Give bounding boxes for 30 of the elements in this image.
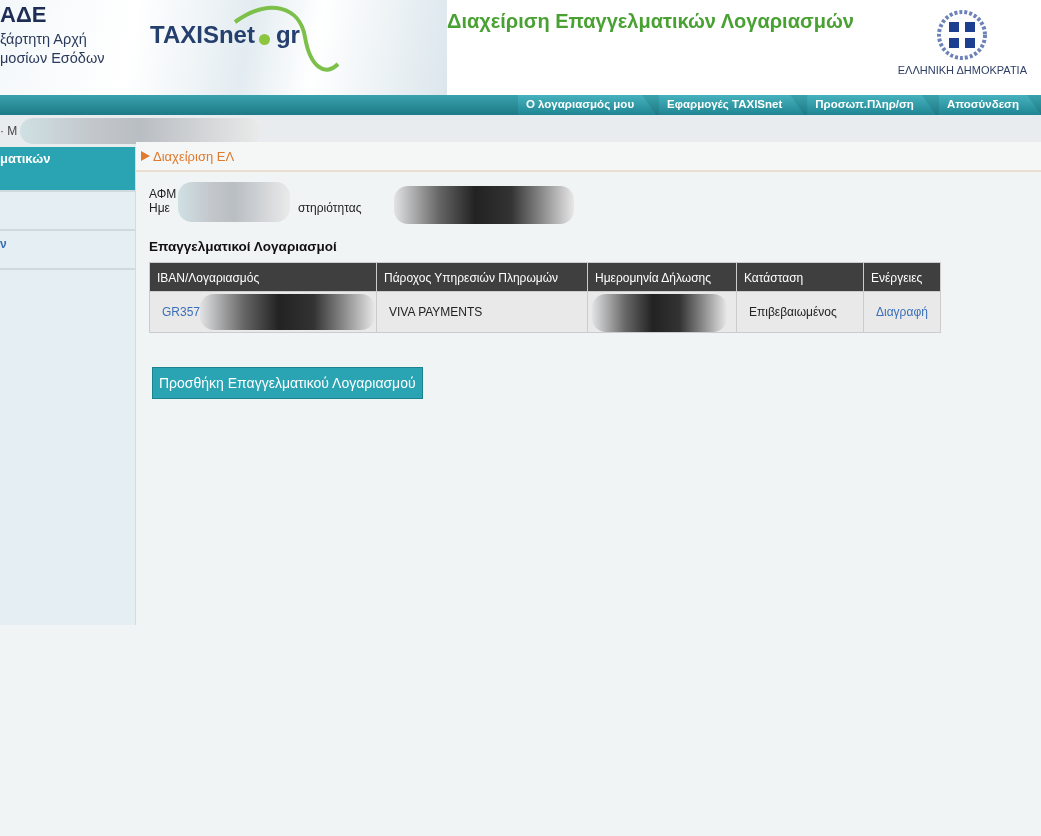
- column-header: IBAN/Λογαριασμός: [149, 262, 377, 292]
- nav-tab[interactable]: Ο λογαριασμός μου: [517, 95, 657, 115]
- agency-name: ξάρτητη Αρχή: [0, 30, 88, 49]
- breadcrumb-text: · M: [0, 124, 18, 138]
- nav-tab[interactable]: Αποσύνδεση: [938, 95, 1041, 115]
- info-label: στηριότητας: [297, 201, 362, 215]
- nav-tab[interactable]: Προσωπ.Πληρ/ση: [807, 95, 936, 115]
- logo-text: gr: [275, 21, 300, 49]
- section-title: Διαχείριση ΕΛ: [153, 148, 235, 164]
- agency-name: μοσίων Εσόδων: [0, 49, 106, 68]
- nav-tab[interactable]: Εφαρμογές TAXISnet: [659, 95, 805, 115]
- column-header: Ημερομηνία Δήλωσης: [587, 262, 737, 292]
- table-cell: Επιβεβαιωμένος: [736, 291, 864, 333]
- column-header: Πάροχος Υπηρεσιών Πληρωμών: [376, 262, 588, 292]
- emblem-icon: [937, 10, 988, 60]
- table-title: Επαγγελματικοί Λογαριασμοί: [149, 239, 338, 254]
- triangle-icon: [141, 151, 150, 161]
- info-label: Ημε: [149, 201, 170, 215]
- republic-text: ΕΛΛΗΝΙΚΗ ΔΗΜΟΚΡΑΤΙΑ: [897, 64, 1027, 76]
- iban-link[interactable]: GR357: [162, 305, 201, 319]
- column-header: Κατάσταση: [736, 262, 864, 292]
- table-cell: VIVA PAYMENTS: [376, 291, 588, 333]
- column-header: Ενέργειες: [863, 262, 941, 292]
- logo-dot-icon: [258, 33, 270, 45]
- sidebar-item[interactable]: ματικών: [0, 147, 135, 192]
- info-label: ΑΦΜ: [149, 187, 178, 201]
- add-account-button[interactable]: Προσθήκη Επαγγελματικού Λογαριασμού: [152, 367, 423, 399]
- page-title: Διαχείριση Επαγγελματικών Λογαριασμών: [447, 10, 854, 34]
- agency-name: ΑΔΕ: [0, 2, 48, 28]
- logo-text: TAXISnet: [150, 21, 255, 49]
